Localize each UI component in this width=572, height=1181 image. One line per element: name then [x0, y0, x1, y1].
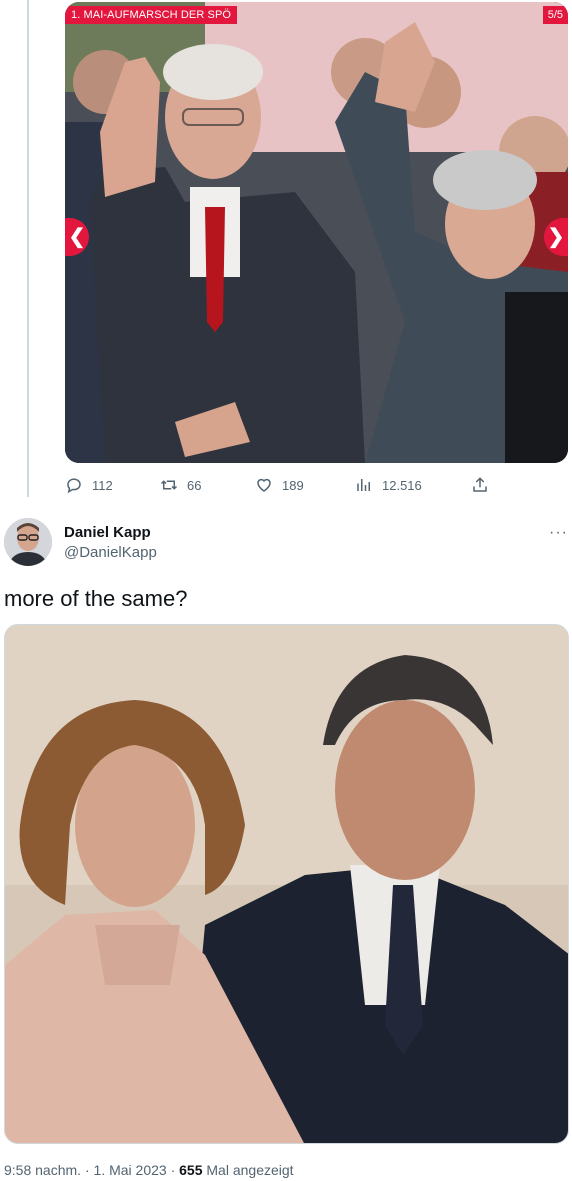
avatar-photo: [4, 518, 52, 566]
like-count: 189: [282, 477, 304, 493]
thread-line: [27, 0, 29, 497]
tweet-metadata: 9:58 nachm. · 1. Mai 2023 · 655 Mal ange…: [4, 1162, 294, 1178]
author-handle[interactable]: @DanielKapp: [64, 544, 157, 561]
tweet-photo[interactable]: [4, 624, 569, 1144]
slide-caption-badge: 1. MAI-AUFMARSCH DER SPÖ: [65, 6, 238, 24]
reply-count: 112: [92, 477, 113, 493]
author-name[interactable]: Daniel Kapp: [64, 524, 151, 541]
tweet-text: more of the same?: [4, 586, 188, 611]
tweet-date[interactable]: 1. Mai 2023: [94, 1162, 167, 1178]
share-button[interactable]: [471, 476, 498, 494]
attached-photo: [5, 625, 568, 1143]
views-count: 12.516: [382, 477, 422, 493]
views-button[interactable]: 12.516: [355, 476, 422, 494]
retweet-count: 66: [187, 477, 202, 493]
avatar[interactable]: [4, 518, 52, 566]
like-button[interactable]: 189: [255, 476, 304, 494]
tweet-time[interactable]: 9:58 nachm.: [4, 1162, 81, 1178]
reply-icon: [67, 478, 81, 494]
share-icon: [473, 477, 487, 492]
carousel-photo: [65, 2, 568, 463]
photo-carousel[interactable]: 1. MAI-AUFMARSCH DER SPÖ 5/5 ❮ ❯: [65, 2, 568, 463]
meta-separator: ·: [166, 1162, 180, 1178]
meta-separator: ·: [81, 1162, 94, 1178]
view-label: Mal angezeigt: [202, 1162, 294, 1178]
view-count: 655: [179, 1162, 203, 1178]
action-bar: 112 66 189 12.516: [65, 476, 505, 498]
more-options-button[interactable]: ···: [549, 524, 568, 542]
retweet-icon: [160, 480, 178, 490]
reply-button[interactable]: 112: [65, 476, 113, 494]
analytics-icon: [357, 479, 370, 491]
slide-counter: 5/5: [542, 6, 568, 24]
retweet-button[interactable]: 66: [160, 476, 201, 494]
heart-icon: [257, 478, 271, 492]
